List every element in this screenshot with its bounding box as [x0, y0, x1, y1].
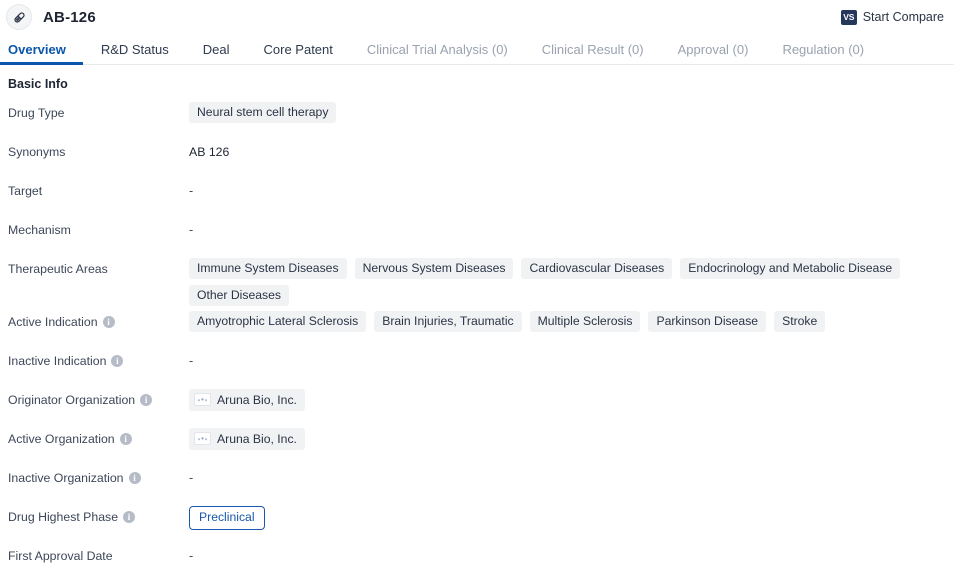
empty-value: - [189, 471, 194, 485]
row-label-first-approval-date: First Approval Date [8, 540, 189, 563]
tag-parkinson-disease[interactable]: Parkinson Disease [648, 311, 767, 332]
tab-clinical-result[interactable]: Clinical Result (0) [525, 34, 661, 64]
tag-brain-injuries-traumatic[interactable]: Brain Injuries, Traumatic [374, 311, 522, 332]
info-row: Mechanism - [0, 214, 954, 253]
info-row: Inactive Organization i - [0, 462, 954, 501]
row-label-therapeutic-areas: Therapeutic Areas [8, 253, 189, 276]
empty-value: - [189, 549, 194, 563]
row-value-target: - [189, 175, 954, 199]
overview-content: Basic Info Drug Type Neural stem cell the… [0, 65, 954, 563]
row-label-text: Originator Organization [8, 393, 136, 407]
organization-logo-icon [194, 432, 211, 445]
section-title-basic-info: Basic Info [8, 77, 68, 91]
org-tag-aruna-bio-inc[interactable]: Aruna Bio, Inc. [189, 389, 305, 411]
row-label-inactive-indication: Inactive Indication i [8, 345, 189, 368]
tag-endocrinology-and-metabolic-disease[interactable]: Endocrinology and Metabolic Disease [680, 258, 901, 279]
vs-icon: VS [840, 9, 857, 25]
info-row: Target - [0, 175, 954, 214]
start-compare-label: Start Compare [862, 10, 944, 24]
info-icon[interactable]: i [119, 433, 132, 445]
organization-logo-icon [194, 393, 211, 406]
empty-value: - [189, 223, 194, 237]
row-label-active-organization: Active Organization i [8, 423, 189, 446]
info-row: Originator Organization i Aruna Bio, Inc. [0, 384, 954, 423]
row-label-text: Mechanism [8, 223, 71, 237]
value-text: AB 126 [189, 145, 230, 159]
row-value-originator-organization: Aruna Bio, Inc. [189, 384, 954, 411]
page-header: AB-126 VS Start Compare [0, 0, 954, 34]
tab-approval[interactable]: Approval (0) [661, 34, 766, 64]
tabbar: Overview R&D Status Deal Core Patent Cli… [0, 34, 954, 65]
row-label-mechanism: Mechanism [8, 214, 189, 237]
info-icon[interactable]: i [123, 511, 136, 523]
tag-neural-stem-cell-therapy[interactable]: Neural stem cell therapy [189, 102, 337, 123]
row-label-drug-type: Drug Type [8, 97, 189, 120]
row-label-text: Synonyms [8, 145, 66, 159]
tag-cardiovascular-diseases[interactable]: Cardiovascular Diseases [521, 258, 673, 279]
tag-immune-system-diseases[interactable]: Immune System Diseases [189, 258, 347, 279]
row-value-active-organization: Aruna Bio, Inc. [189, 423, 954, 450]
row-value-therapeutic-areas: Immune System Diseases Nervous System Dis… [189, 253, 954, 306]
row-label-text: Active Indication [8, 315, 98, 329]
start-compare-button[interactable]: VS Start Compare [840, 9, 946, 25]
info-row: Inactive Indication i - [0, 345, 954, 384]
row-value-drug-type: Neural stem cell therapy [189, 97, 954, 123]
info-icon[interactable]: i [128, 472, 141, 484]
tag-multiple-sclerosis[interactable]: Multiple Sclerosis [529, 311, 641, 332]
tab-core-patent[interactable]: Core Patent [247, 34, 350, 64]
tab-regulation[interactable]: Regulation (0) [765, 34, 881, 64]
info-icon[interactable]: i [140, 394, 153, 406]
info-icon[interactable]: i [111, 355, 124, 367]
row-label-active-indication: Active Indication i [8, 306, 189, 329]
row-value-synonyms: AB 126 [189, 136, 954, 160]
row-label-text: Active Organization [8, 432, 115, 446]
info-row: Active Indication i Amyotrophic Lateral Sc… [0, 306, 954, 345]
tag-amyotrophic-lateral-sclerosis[interactable]: Amyotrophic Lateral Sclerosis [189, 311, 367, 332]
row-label-text: Drug Type [8, 106, 65, 120]
info-row: Therapeutic Areas Immune System Diseases N… [0, 253, 954, 306]
row-label-synonyms: Synonyms [8, 136, 189, 159]
row-value-drug-highest-phase: Preclinical [189, 501, 954, 530]
tag-nervous-system-diseases[interactable]: Nervous System Diseases [354, 258, 514, 279]
info-row: Drug Highest Phase i Preclinical [0, 501, 954, 540]
pill-icon [6, 4, 32, 30]
drug-detail-page: AB-126 VS Start Compare Overview R&D Sta… [0, 0, 954, 563]
info-row: Active Organization i Aruna Bio, Inc. [0, 423, 954, 462]
row-label-text: First Approval Date [8, 549, 113, 563]
org-tag-label: Aruna Bio, Inc. [217, 431, 297, 446]
tab-rd-status[interactable]: R&D Status [84, 34, 186, 64]
row-label-text: Target [8, 184, 43, 198]
row-label-text: Inactive Indication [8, 354, 107, 368]
info-row: Synonyms AB 126 [0, 136, 954, 175]
row-value-inactive-organization: - [189, 462, 954, 486]
tab-deal[interactable]: Deal [186, 34, 247, 64]
row-value-mechanism: - [189, 214, 954, 238]
row-label-target: Target [8, 175, 189, 198]
row-value-first-approval-date: - [189, 540, 954, 563]
info-row: Drug Type Neural stem cell therapy [0, 97, 954, 136]
row-label-text: Therapeutic Areas [8, 262, 108, 276]
row-label-drug-highest-phase: Drug Highest Phase i [8, 501, 189, 524]
basic-info-rows: Drug Type Neural stem cell therapy Synonym… [0, 97, 954, 563]
info-icon[interactable]: i [102, 316, 115, 328]
row-label-text: Drug Highest Phase [8, 510, 119, 524]
row-value-inactive-indication: - [189, 345, 954, 369]
row-label-originator-organization: Originator Organization i [8, 384, 189, 407]
row-label-inactive-organization: Inactive Organization i [8, 462, 189, 485]
page-title: AB-126 [43, 8, 96, 26]
info-row: First Approval Date - [0, 540, 954, 563]
tag-stroke[interactable]: Stroke [774, 311, 826, 332]
org-tag-label: Aruna Bio, Inc. [217, 392, 297, 407]
empty-value: - [189, 184, 194, 198]
phase-badge-preclinical[interactable]: Preclinical [189, 506, 265, 530]
row-label-text: Inactive Organization [8, 471, 124, 485]
org-tag-aruna-bio-inc[interactable]: Aruna Bio, Inc. [189, 428, 305, 450]
tab-overview[interactable]: Overview [0, 34, 84, 65]
empty-value: - [189, 354, 194, 368]
tag-other-diseases[interactable]: Other Diseases [189, 285, 289, 306]
tab-clinical-trial-analysis[interactable]: Clinical Trial Analysis (0) [350, 34, 525, 64]
row-value-active-indication: Amyotrophic Lateral Sclerosis Brain Injur… [189, 306, 954, 332]
